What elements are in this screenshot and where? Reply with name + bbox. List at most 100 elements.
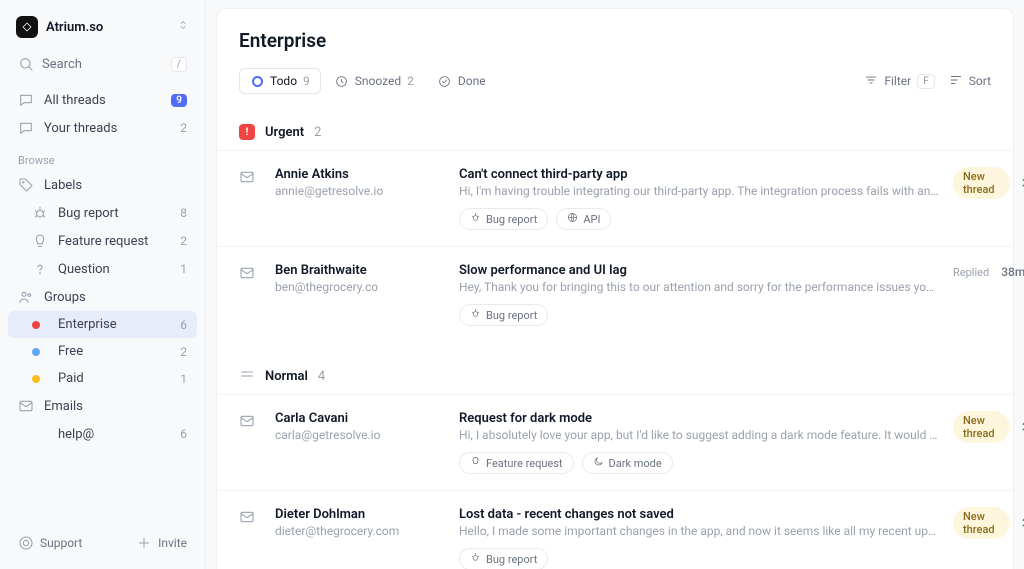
- sidebar-label-bug report[interactable]: Bug report 8: [8, 199, 197, 227]
- tag-label: API: [583, 213, 600, 226]
- nav-label: Enterprise: [58, 317, 117, 332]
- tag-bug report[interactable]: Bug report: [459, 304, 548, 326]
- tab-todo[interactable]: Todo 9: [239, 68, 321, 94]
- tag-label: Dark mode: [609, 457, 662, 470]
- thread-preview: Hi, I absolutely love your app, but I'd …: [459, 428, 939, 442]
- nav-all-threads[interactable]: All threads 9: [8, 86, 197, 114]
- sender-name: Ben Braithwaite: [275, 263, 445, 278]
- sidebar-email-help[interactable]: help@ 6: [8, 420, 197, 448]
- workspace-switcher[interactable]: Atrium.so: [8, 12, 197, 50]
- search-icon: [18, 56, 34, 72]
- label-icon: [32, 205, 48, 221]
- group-count: 2: [314, 125, 321, 140]
- moon-icon: [593, 456, 604, 470]
- search-shortcut: /: [171, 57, 187, 72]
- sidebar-label-feature request[interactable]: Feature request 2: [8, 227, 197, 255]
- group-dot-icon: [32, 348, 40, 356]
- group-header-normal: Normal 4: [217, 342, 1013, 394]
- bulb-icon: [470, 456, 481, 470]
- sort-button[interactable]: Sort: [949, 73, 991, 90]
- thread-subject: Lost data - recent changes not saved: [459, 507, 939, 522]
- tag-label: Bug report: [486, 213, 537, 226]
- sidebar-group-free[interactable]: Free 2: [8, 338, 197, 365]
- sender-email: dieter@thegrocery.com: [275, 524, 445, 538]
- sort-label: Sort: [969, 74, 991, 88]
- todo-icon: [250, 74, 264, 88]
- nav-labels[interactable]: Labels: [8, 171, 197, 199]
- nav-label: Labels: [44, 178, 82, 193]
- mail-icon: [239, 411, 261, 433]
- filter-label: Filter: [884, 74, 911, 88]
- nav-your-threads[interactable]: Your threads 2: [8, 114, 197, 142]
- sidebar-group-paid[interactable]: Paid 1: [8, 365, 197, 392]
- tab-label: Done: [458, 74, 486, 88]
- filter-shortcut: F: [917, 74, 935, 89]
- tag-label: Bug report: [486, 553, 537, 566]
- tag-feature request[interactable]: Feature request: [459, 452, 574, 474]
- thread-row[interactable]: Annie Atkins annie@getresolve.io Can't c…: [217, 150, 1013, 246]
- sender-name: Annie Atkins: [275, 167, 445, 182]
- bug-icon: [470, 212, 481, 226]
- sender-email: carla@getresolve.io: [275, 428, 445, 442]
- nav-emails[interactable]: Emails: [8, 392, 197, 420]
- nav-count: 6: [180, 318, 187, 332]
- tag-label: Feature request: [486, 457, 563, 470]
- section-browse: Browse: [8, 142, 197, 171]
- thread-preview: Hi, I'm having trouble integrating our t…: [459, 184, 939, 198]
- snoozed-icon: [335, 74, 349, 88]
- nav-count: 2: [180, 345, 187, 359]
- tag-bug report[interactable]: Bug report: [459, 548, 548, 569]
- nav-count: 6: [180, 427, 187, 441]
- sort-icon: [949, 73, 963, 90]
- tab-snoozed[interactable]: Snoozed 2: [325, 68, 424, 94]
- sidebar: Atrium.so Search / All threads 9 Your th: [0, 0, 206, 569]
- thread-preview: Hey, Thank you for bringing this to our …: [459, 280, 939, 294]
- nav-label: Free: [58, 344, 83, 359]
- label-icon: [32, 261, 48, 277]
- thread-row[interactable]: Ben Braithwaite ben@thegrocery.co Slow p…: [217, 246, 1013, 342]
- search-button[interactable]: Search /: [8, 50, 197, 78]
- status-replied: Replied: [953, 266, 989, 279]
- status-new-thread: New thread: [953, 411, 1010, 443]
- nav-label: Groups: [44, 290, 86, 305]
- sender-email: ben@thegrocery.co: [275, 280, 445, 294]
- thread-subject: Can't connect third-party app: [459, 167, 939, 182]
- nav-count: 2: [180, 234, 187, 248]
- sender-email: annie@getresolve.io: [275, 184, 445, 198]
- search-label: Search: [42, 57, 82, 72]
- filter-button[interactable]: Filter F: [864, 73, 934, 90]
- nav-label: Paid: [58, 371, 84, 386]
- tab-count: 9: [303, 74, 310, 88]
- tab-count: 2: [407, 74, 414, 88]
- users-icon: [18, 289, 34, 305]
- chevron-updown-icon: [177, 18, 189, 36]
- bug-icon: [470, 552, 481, 566]
- mail-icon: [18, 398, 34, 414]
- tab-done[interactable]: Done: [428, 68, 496, 94]
- tag-icon: [18, 177, 34, 193]
- tag-dark mode[interactable]: Dark mode: [582, 452, 673, 474]
- tabs: Todo 9 Snoozed 2 Done: [239, 68, 496, 94]
- urgent-icon: !: [239, 124, 255, 140]
- support-button[interactable]: Support: [18, 535, 82, 551]
- thread-time: 38m: [1001, 265, 1024, 279]
- sidebar-label-question[interactable]: Question 1: [8, 255, 197, 283]
- thread-row[interactable]: Carla Cavani carla@getresolve.io Request…: [217, 394, 1013, 490]
- done-icon: [438, 74, 452, 88]
- tag-bug report[interactable]: Bug report: [459, 208, 548, 230]
- thread-row[interactable]: Dieter Dohlman dieter@thegrocery.com Los…: [217, 490, 1013, 569]
- group-dot-icon: [32, 375, 40, 383]
- thread-preview: Hello, I made some important changes in …: [459, 524, 939, 538]
- nav-label: Emails: [44, 399, 83, 414]
- status-new-thread: New thread: [953, 167, 1010, 199]
- invite-button[interactable]: Invite: [136, 535, 187, 551]
- label-icon: [32, 233, 48, 249]
- lifebuoy-icon: [18, 535, 34, 551]
- nav-groups[interactable]: Groups: [8, 283, 197, 311]
- sidebar-group-enterprise[interactable]: Enterprise 6: [8, 311, 197, 338]
- nav-label: Your threads: [44, 121, 117, 136]
- globe-icon: [567, 212, 578, 226]
- nav-label: Bug report: [58, 206, 119, 221]
- tag-api[interactable]: API: [556, 208, 611, 230]
- mail-icon: [239, 263, 261, 285]
